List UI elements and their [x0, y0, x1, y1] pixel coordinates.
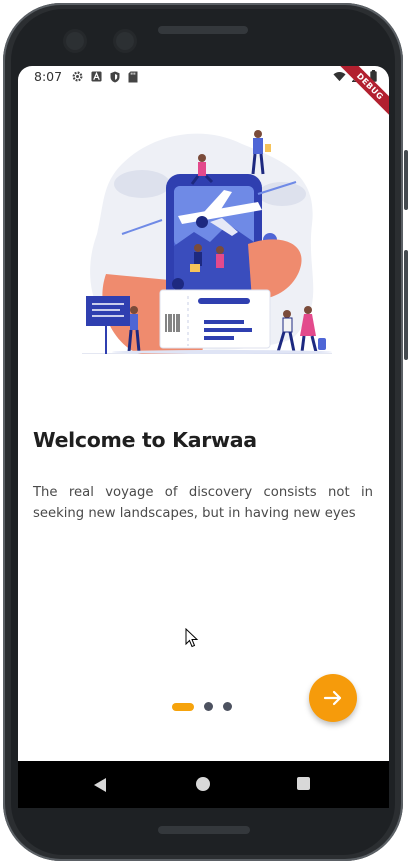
travel-illustration — [82, 130, 332, 354]
font-a-icon — [91, 71, 102, 82]
shield-icon — [110, 71, 120, 83]
page-indicator — [172, 702, 232, 711]
page-dot[interactable] — [223, 702, 232, 711]
volume-button[interactable] — [404, 250, 408, 360]
page-dot-active[interactable] — [172, 702, 194, 711]
gear-icon — [72, 71, 83, 82]
page-dot[interactable] — [204, 702, 213, 711]
recents-icon[interactable] — [297, 777, 310, 790]
app-screen: 8:07 DEBUG Welcome to Karwaa The real vo… — [18, 66, 389, 761]
arrow-right-icon — [323, 690, 342, 706]
page-description: The real voyage of discovery consists no… — [33, 485, 373, 521]
phone-device: 8:07 DEBUG Welcome to Karwaa The real vo… — [0, 0, 408, 864]
status-bar: 8:07 — [18, 66, 389, 90]
front-sensor-icon — [116, 32, 134, 50]
top-speaker — [158, 26, 248, 34]
back-icon[interactable] — [93, 777, 107, 793]
system-nav-bar — [18, 761, 389, 808]
sd-card-icon — [128, 71, 138, 83]
front-camera-icon — [66, 32, 84, 50]
power-button[interactable] — [404, 150, 408, 210]
page-title: Welcome to Karwaa — [33, 428, 257, 452]
next-button[interactable] — [309, 674, 357, 722]
status-time: 8:07 — [34, 69, 63, 84]
wifi-icon — [333, 71, 346, 81]
mouse-cursor-icon — [185, 628, 199, 648]
home-icon[interactable] — [196, 777, 210, 791]
bottom-speaker — [158, 826, 250, 834]
